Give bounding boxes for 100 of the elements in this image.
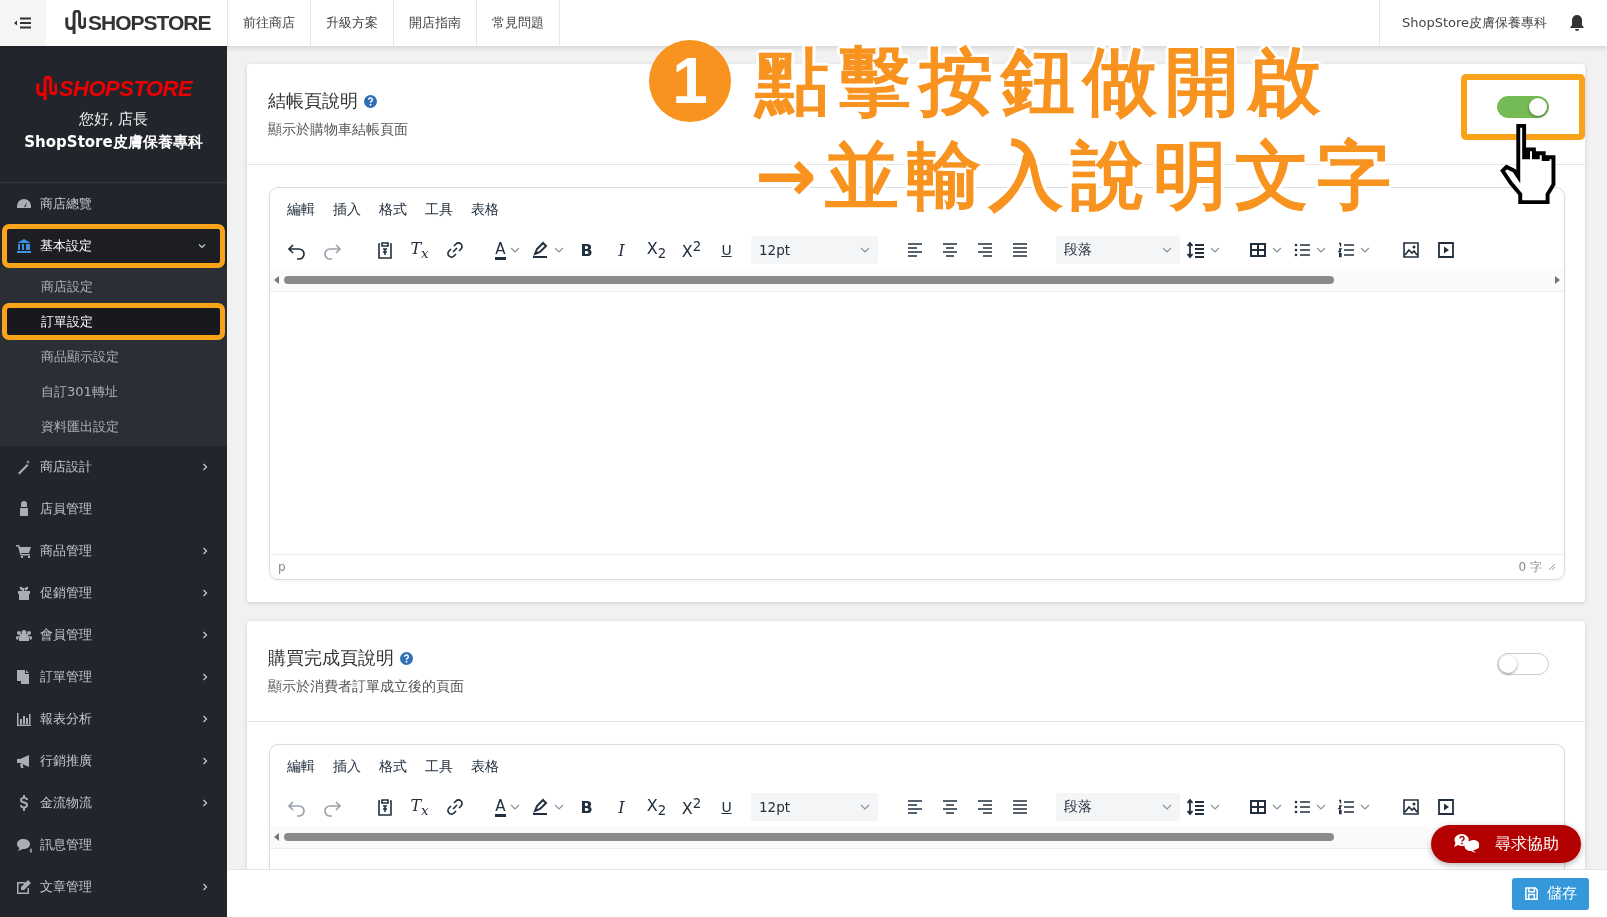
text-color-button[interactable]: A — [491, 791, 524, 823]
logo-text: SHOPSTORE — [58, 76, 193, 102]
sidebar-item[interactable]: 店員管理 — [0, 488, 227, 530]
sidebar-item[interactable]: 商店設計 — [0, 446, 227, 488]
editor-menu-item[interactable]: 插入 — [328, 196, 366, 223]
editor-menu-item[interactable]: 工具 — [420, 753, 458, 780]
submenu-item[interactable]: 商店設定 — [0, 269, 227, 304]
help-button[interactable]: 尋求協助 — [1431, 825, 1581, 863]
sidebar-item[interactable]: 促銷管理 — [0, 572, 227, 614]
table-icon — [1248, 240, 1268, 260]
underline-button[interactable]: U — [710, 791, 743, 823]
superscript-button[interactable]: X$^{2}$ — [675, 791, 708, 823]
editor-menu-item[interactable]: 編輯 — [282, 196, 320, 223]
link-icon — [444, 240, 465, 260]
editor-menu-item[interactable]: 插入 — [328, 753, 366, 780]
resize-handle-icon[interactable] — [1548, 563, 1556, 571]
section-title: 購買完成頁說明 — [268, 646, 394, 670]
caret-icon — [1360, 804, 1370, 810]
menu-item-icon — [16, 879, 32, 895]
sidebar-item[interactable]: 報表分析 — [0, 698, 227, 740]
menu-item-icon — [16, 627, 32, 643]
numbered-list-icon — [1336, 240, 1356, 260]
word-count: 0 字 — [1518, 558, 1542, 576]
play-icon — [1435, 797, 1456, 817]
scrollbar-thumb[interactable] — [284, 833, 1334, 841]
sidebar-item[interactable]: 文章管理 — [0, 866, 227, 908]
editor-menu-item[interactable]: 編輯 — [282, 753, 320, 780]
menu-item-icon — [16, 238, 32, 254]
italic-button[interactable]: I — [605, 791, 638, 823]
subscript-button[interactable]: X$_{2}$ — [640, 234, 673, 266]
scroll-right-icon[interactable] — [1554, 276, 1560, 284]
store-name[interactable]: ShopStore皮膚保養專科 — [1401, 14, 1547, 32]
caret-icon — [1272, 804, 1282, 810]
logo-text[interactable]: SHOPSTORE — [88, 11, 211, 35]
caret-icon — [860, 247, 870, 253]
submenu-item[interactable]: 自訂301轉址 — [0, 374, 227, 409]
sidebar-item[interactable]: 商品管理 — [0, 530, 227, 572]
subscript-button[interactable]: X$_{2}$ — [640, 791, 673, 823]
nav-link[interactable]: 前往商店 — [227, 0, 310, 46]
toggle-switch[interactable] — [1497, 653, 1549, 675]
section-description: 顯示於消費者訂單成立後的頁面 — [268, 678, 464, 696]
nav-link[interactable]: 常見問題 — [476, 0, 560, 46]
scroll-left-icon[interactable] — [274, 833, 280, 841]
caret-icon — [1316, 804, 1326, 810]
clear-format-button[interactable]: T$_{x}$ — [403, 234, 436, 266]
submenu-item[interactable]: 商品顯示設定 — [0, 339, 227, 374]
nav-link[interactable]: 開店指南 — [393, 0, 476, 46]
editor-menu-item[interactable]: 工具 — [420, 196, 458, 223]
underline-button[interactable]: U — [710, 234, 743, 266]
bell-icon[interactable] — [1569, 14, 1585, 32]
marker-icon — [530, 240, 550, 260]
play-icon — [1435, 240, 1456, 260]
clear-format-button[interactable]: T$_{x}$ — [403, 791, 436, 823]
sidebar-item[interactable]: 訊息管理 — [0, 824, 227, 866]
caret-icon — [1360, 247, 1370, 253]
bold-button[interactable]: B — [570, 234, 603, 266]
marker-icon — [530, 797, 550, 817]
sidebar-item[interactable]: 商店總覽 — [0, 183, 227, 225]
image-icon — [1400, 797, 1421, 817]
scroll-left-icon[interactable] — [274, 276, 280, 284]
scrollbar-thumb[interactable] — [284, 276, 1334, 284]
caret-icon — [509, 804, 520, 810]
caret-icon — [1210, 804, 1220, 810]
caret-icon — [1316, 247, 1326, 253]
editor-menu-item[interactable]: 表格 — [466, 753, 504, 780]
editor-menu-item[interactable]: 表格 — [466, 196, 504, 223]
menu-item-icon — [16, 711, 32, 727]
table-icon — [1248, 797, 1268, 817]
annotation-text: →並輸入說明文字 — [755, 134, 1399, 216]
nav-link[interactable]: 升級方案 — [310, 0, 393, 46]
logo-icon — [64, 10, 86, 36]
sidebar-item[interactable]: 訂單管理 — [0, 656, 227, 698]
section-title: 結帳頁說明 — [268, 89, 358, 113]
submenu-item[interactable]: 資料匯出設定 — [0, 409, 227, 444]
font-size-select[interactable]: 12pt — [751, 793, 878, 821]
numbered-list-icon — [1336, 797, 1356, 817]
editor-menu-item[interactable]: 格式 — [374, 753, 412, 780]
caret-icon — [1162, 247, 1172, 253]
annotation-text: 點擊按鈕做開啟 — [755, 40, 1329, 122]
greeting: 您好, 店長 — [78, 110, 149, 129]
italic-button[interactable]: I — [605, 234, 638, 266]
bold-button[interactable]: B — [570, 791, 603, 823]
menu-item-icon — [16, 669, 32, 685]
block-format-select[interactable]: 段落 — [1056, 793, 1180, 821]
text-color-button[interactable]: A — [491, 234, 524, 266]
section-description: 顯示於購物車結帳頁面 — [268, 121, 408, 139]
submenu-item[interactable]: 訂單設定 — [3, 304, 224, 339]
help-icon[interactable] — [364, 94, 377, 108]
toggle-switch[interactable] — [1497, 96, 1549, 118]
superscript-button[interactable]: X$^{2}$ — [675, 234, 708, 266]
editor-menu-item[interactable]: 格式 — [374, 196, 412, 223]
font-size-select[interactable]: 12pt — [751, 236, 878, 264]
help-icon[interactable] — [400, 651, 413, 665]
sidebar-item[interactable]: 會員管理 — [0, 614, 227, 656]
sidebar-item[interactable]: 行銷推廣 — [0, 740, 227, 782]
menu-item-icon — [16, 753, 32, 769]
block-format-select[interactable]: 段落 — [1056, 236, 1180, 264]
menu-icon[interactable] — [14, 17, 32, 29]
sidebar-item[interactable]: 基本設定 — [3, 225, 224, 267]
sidebar-item[interactable]: 金流物流 — [0, 782, 227, 824]
